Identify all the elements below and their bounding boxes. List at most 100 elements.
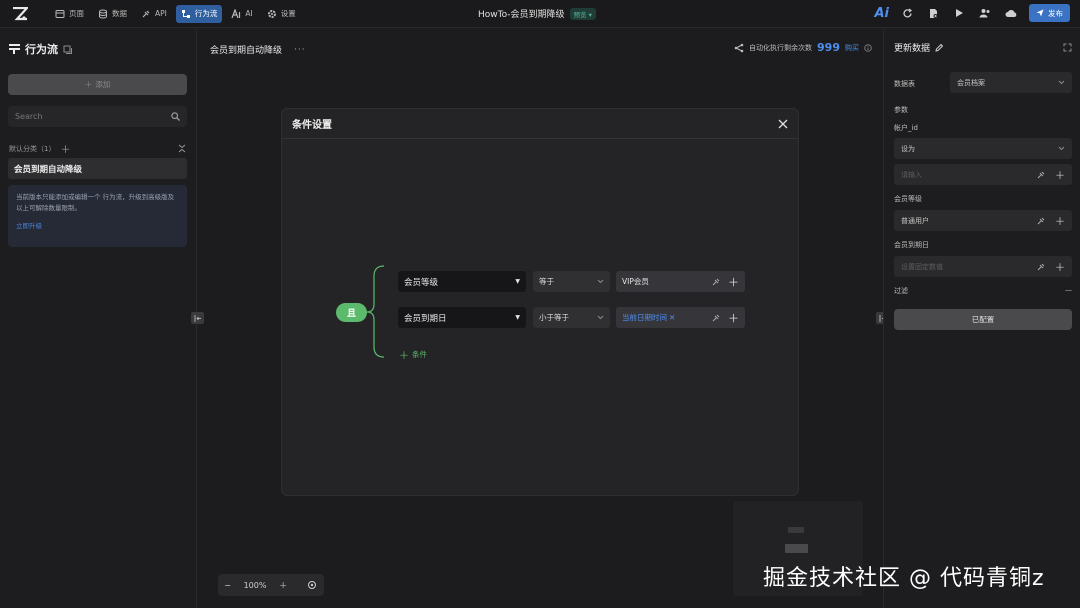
nav-data[interactable]: 数据: [93, 5, 132, 23]
add-icon[interactable]: ＋: [1055, 259, 1065, 274]
table-value: 会员档案: [957, 78, 985, 87]
watermark: 掘金技术社区 @ 代码青铜z: [763, 566, 1045, 591]
ai-icon: [231, 8, 241, 18]
nav-api-label: API: [155, 9, 167, 18]
member-level-input[interactable]: 普通用户 ＋: [894, 210, 1072, 231]
close-icon[interactable]: [778, 119, 788, 129]
expand-icon[interactable]: [1063, 43, 1072, 52]
flow-list-item[interactable]: 会员到期自动降级: [8, 158, 187, 179]
nav-data-label: 数据: [112, 9, 127, 18]
add-value-button[interactable]: ＋: [728, 274, 739, 290]
condition-value-input[interactable]: 当前日期时间 ✕ ＋: [616, 307, 745, 328]
add-condition-label: 条件: [412, 350, 427, 359]
info-icon[interactable]: [864, 43, 872, 52]
nav-pages[interactable]: 页面: [50, 5, 89, 23]
configured-button[interactable]: 已配置: [894, 309, 1072, 330]
variable-picker-icon[interactable]: [712, 278, 720, 286]
collapse-all-icon[interactable]: [178, 144, 186, 153]
mode-badge[interactable]: 预览 ▾: [569, 7, 596, 20]
refresh-icon[interactable]: [899, 5, 915, 21]
table-select[interactable]: 会员档案: [950, 72, 1072, 93]
chevron-down-icon: [597, 279, 604, 284]
variable-picker-icon[interactable]: [1037, 263, 1045, 271]
add-icon[interactable]: ＋: [1055, 213, 1065, 228]
condition-settings-dialog: 条件设置 且 会员等级 ▼ 等于 VIP会员 ＋ 会员到期日 ▼ 小于等于 当前…: [281, 108, 799, 496]
expire-date-placeholder: 设置固定数值: [901, 262, 943, 271]
document-title: HowTo-会员到期降级 预览 ▾: [478, 7, 596, 20]
and-group-node[interactable]: 且: [336, 303, 367, 322]
database-icon: [99, 9, 107, 18]
condition-operator-label: 小于等于: [539, 313, 569, 322]
publish-button[interactable]: 发布: [1029, 4, 1070, 22]
zoom-level: 100%: [243, 580, 267, 590]
dialog-title: 条件设置: [292, 120, 332, 131]
account-id-mode-select[interactable]: 设为: [894, 138, 1072, 159]
account-id-mode: 设为: [901, 144, 915, 153]
edit-icon[interactable]: [935, 43, 944, 52]
search-placeholder: Search: [15, 112, 43, 121]
ai-assistant-button[interactable]: Ai: [874, 6, 889, 21]
filter-collapse-button[interactable]: —: [1065, 286, 1072, 296]
search-input[interactable]: Search: [8, 106, 187, 127]
upgrade-notice: 当前版本只能添加或编辑一个 行为流，升级到高级版及以上可解除数量限制。 立即升级: [8, 185, 187, 247]
condition-operator-select[interactable]: 等于: [533, 271, 610, 292]
add-icon[interactable]: ＋: [1055, 167, 1065, 182]
nav-settings-label: 设置: [280, 9, 296, 18]
target-icon: [308, 581, 316, 589]
variable-picker-icon[interactable]: [1037, 217, 1045, 225]
flow-sidebar: 行为流 ＋ 添加 Search 默认分类（1） ＋ 会员到期自动降级 当前版本只…: [0, 29, 197, 608]
page-icon: [55, 9, 65, 18]
app-logo[interactable]: [0, 0, 40, 28]
condition-value-input[interactable]: VIP会员 ＋: [616, 271, 745, 292]
dynamic-value-tag[interactable]: 当前日期时间 ✕: [622, 312, 675, 323]
document-title-text: HowTo-会员到期降级: [478, 10, 565, 20]
users-icon[interactable]: [977, 5, 993, 21]
nav-ai[interactable]: AI: [226, 5, 257, 23]
fit-view-button[interactable]: [300, 574, 324, 596]
condition-field-select[interactable]: 会员等级 ▼: [398, 271, 526, 292]
minimap-node: [785, 544, 808, 553]
condition-field-select[interactable]: 会员到期日 ▼: [398, 307, 526, 328]
condition-value-text: VIP会员: [622, 277, 649, 286]
nav-api[interactable]: API: [136, 5, 172, 23]
condition-operator-select[interactable]: 小于等于: [533, 307, 610, 328]
add-value-button[interactable]: ＋: [728, 310, 739, 326]
account-id-input[interactable]: 请输入 ＋: [894, 164, 1072, 185]
play-icon[interactable]: [951, 5, 967, 21]
variable-picker-icon[interactable]: [712, 314, 720, 322]
add-category-icon[interactable]: ＋: [60, 141, 70, 156]
category-row[interactable]: 默认分类（1） ＋: [9, 141, 186, 156]
condition-field-label: 会员等级: [404, 277, 439, 288]
add-flow-button[interactable]: ＋ 添加: [8, 74, 187, 95]
execution-quota: 自动化执行剩余次数 999 购买: [734, 41, 872, 54]
remove-tag-icon[interactable]: ✕: [669, 313, 675, 322]
condition-bracket: [367, 265, 385, 358]
zoom-in-button[interactable]: ＋: [279, 580, 287, 591]
add-condition-button[interactable]: ＋ 条件: [399, 347, 427, 362]
zoom-out-button[interactable]: −: [224, 581, 231, 590]
buy-link[interactable]: 购买: [845, 43, 859, 53]
sidebar-title: 行为流: [9, 41, 72, 57]
nav-settings[interactable]: 设置: [262, 5, 301, 23]
copy-icon[interactable]: [63, 45, 72, 54]
more-options-icon[interactable]: ···: [294, 45, 306, 55]
expire-date-input[interactable]: 设置固定数值 ＋: [894, 256, 1072, 277]
variable-picker-icon[interactable]: [1037, 171, 1045, 179]
upgrade-link[interactable]: 立即升级: [16, 221, 179, 232]
condition-operator-label: 等于: [539, 277, 554, 286]
condition-field-label: 会员到期日: [404, 313, 447, 324]
chevron-down-icon: [1058, 80, 1065, 85]
cloud-icon[interactable]: [1003, 5, 1019, 21]
account-id-label: 帐户_id: [894, 124, 918, 132]
exec-label: 自动化执行剩余次数: [749, 43, 813, 52]
minimap-node: [788, 527, 804, 533]
document-settings-icon[interactable]: [925, 5, 941, 21]
api-icon: [142, 10, 150, 17]
collapse-left-panel-button[interactable]: [191, 312, 204, 324]
dynamic-value-text: 当前日期时间: [622, 313, 667, 322]
exec-count: 999: [817, 41, 840, 54]
nav-flow[interactable]: 行为流: [175, 4, 223, 23]
category-label: 默认分类（1）: [9, 144, 56, 153]
publish-label: 发布: [1048, 8, 1063, 18]
plus-icon: ＋: [84, 80, 93, 89]
